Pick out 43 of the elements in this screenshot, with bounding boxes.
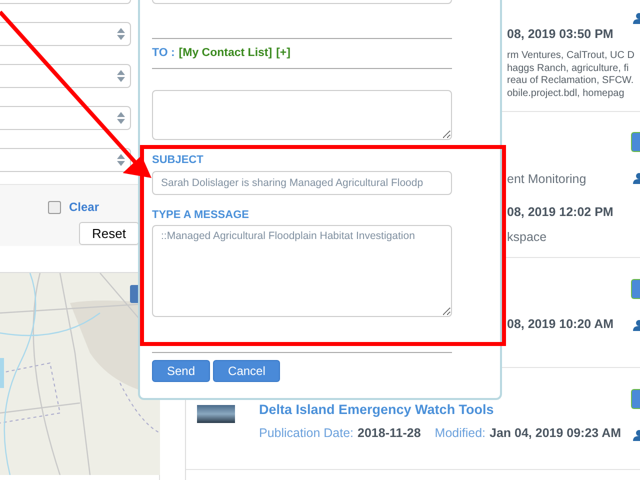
- person-icon[interactable]: [633, 13, 640, 24]
- category-text: ent Monitoring: [507, 172, 586, 186]
- add-contact-link[interactable]: [+]: [276, 47, 290, 59]
- action-button[interactable]: [631, 279, 640, 299]
- keyword-text: haggs Ranch, agriculture, fi: [507, 62, 630, 75]
- select-field[interactable]: [0, 106, 131, 130]
- modified-date: 08, 2019 12:02 PM: [507, 205, 614, 219]
- keyword-text: rm Ventures, CalTrout, UC D: [507, 50, 634, 62]
- publication-date-label: Publication Date:: [259, 426, 354, 440]
- workspace-text: kspace: [507, 230, 547, 244]
- keyword-text: obile.project.bdl, homepag: [507, 88, 626, 100]
- checkbox[interactable]: [48, 200, 61, 214]
- modified-date: 08, 2019 10:20 AM: [507, 317, 614, 331]
- recipients-field[interactable]: [152, 90, 452, 140]
- updown-arrows-icon: [117, 112, 125, 124]
- reset-button[interactable]: Reset: [79, 222, 139, 245]
- person-icon[interactable]: [633, 430, 640, 441]
- subject-field[interactable]: Sarah Dolislager is sharing Managed Agricultural Floodp: [152, 171, 452, 195]
- clear-link[interactable]: Clear: [68, 200, 99, 214]
- modified-label: Modified:: [434, 426, 486, 440]
- cancel-button[interactable]: Cancel: [213, 360, 280, 382]
- action-button[interactable]: [631, 389, 640, 409]
- modified-date: Jan 04, 2019 09:23 AM: [490, 426, 622, 440]
- select-field[interactable]: [0, 148, 131, 172]
- select-field[interactable]: [0, 22, 131, 46]
- to-label: TO :: [152, 47, 175, 59]
- send-button[interactable]: Send: [152, 360, 210, 382]
- message-label: TYPE A MESSAGE: [152, 209, 250, 221]
- updown-arrows-icon: [117, 28, 125, 40]
- result-title-link[interactable]: Delta Island Emergency Watch Tools: [259, 402, 622, 417]
- publication-date: 2018-11-28: [358, 426, 421, 440]
- updown-arrows-icon: [117, 154, 125, 166]
- modified-date: 08, 2019 03:50 PM: [507, 27, 614, 41]
- updown-arrows-icon: [117, 70, 125, 82]
- contact-list-link[interactable]: [My Contact List]: [178, 47, 272, 59]
- person-icon[interactable]: [633, 173, 640, 184]
- person-icon[interactable]: [633, 320, 640, 331]
- thumbnail-photo-placeholder: [197, 405, 235, 423]
- select-field[interactable]: [0, 64, 131, 88]
- message-field[interactable]: ::Managed Agricultural Floodplain Habitat Investigation: [152, 225, 452, 317]
- action-button[interactable]: [631, 132, 640, 152]
- subject-label: SUBJECT: [152, 154, 204, 166]
- keyword-text: reau of Reclamation, SFCW.: [507, 75, 634, 88]
